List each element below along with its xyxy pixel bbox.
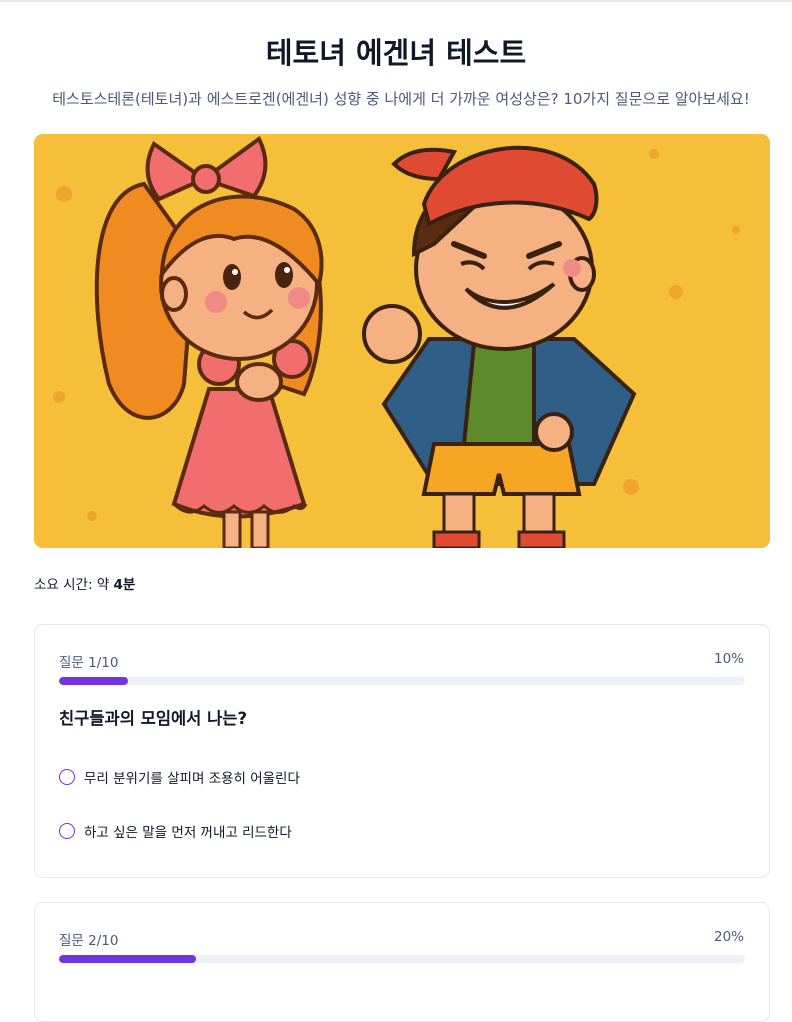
question-number: 질문 1/10 [59,655,119,671]
page-subtitle: 테스토스테론(테토녀)과 에스트로겐(에겐녀) 성향 중 나에게 더 가까운 여… [52,90,750,108]
radio-button[interactable] [59,769,75,785]
progress-bar [59,677,745,685]
top-divider [0,0,792,2]
progress-bar [59,955,745,963]
question-percent: 10% [713,651,744,667]
hero-illustration [34,134,770,548]
progress-fill [59,955,197,963]
duration-value: 4분 [113,577,136,593]
duration-info: 소요 시간: 약 4분 [34,573,135,593]
radio-button[interactable] [59,823,75,839]
answer-option[interactable]: 하고 싶은 말을 먼저 꺼내고 리드한다 [59,819,292,843]
question-card: 질문 1/10 10% 친구들과의 모임에서 나는? 무리 분위기를 살피며 조… [34,624,770,878]
question-text: 친구들과의 모임에서 나는? [59,709,248,728]
page-title: 테토녀 에겐녀 테스트 [265,36,527,70]
question-card: 질문 2/10 20% [34,902,770,1022]
progress-fill [59,677,128,685]
answer-option[interactable]: 무리 분위기를 살피며 조용히 어울린다 [59,765,300,789]
duration-label: 소요 시간: 약 [34,577,114,593]
answer-option-label: 하고 싶은 말을 먼저 꺼내고 리드한다 [84,825,292,841]
question-percent: 20% [713,929,744,945]
question-number: 질문 2/10 [59,933,119,949]
illustration-girl-and-boy-icon [34,134,770,548]
answer-option-label: 무리 분위기를 살피며 조용히 어울린다 [84,771,300,787]
